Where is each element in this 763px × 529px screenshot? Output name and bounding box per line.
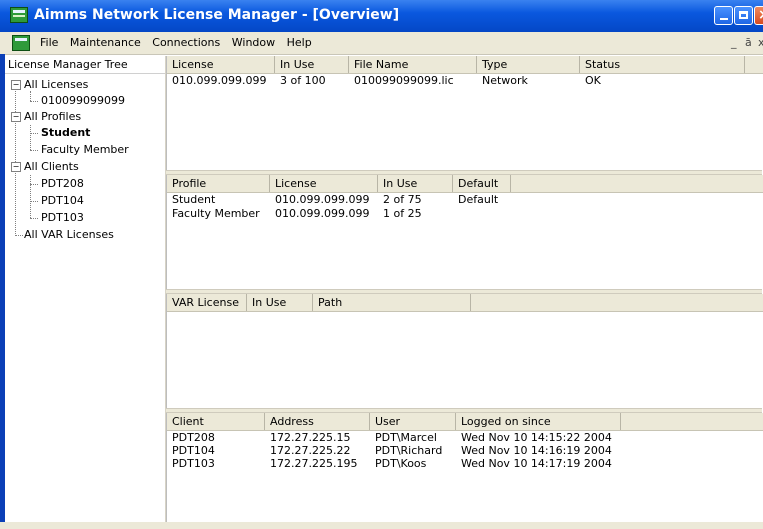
table-row[interactable]: PDT104 172.27.225.22 PDT\Richard Wed Nov… (167, 444, 763, 457)
column-header-in-use[interactable]: In Use (275, 56, 349, 73)
app-icon[interactable] (10, 7, 28, 23)
column-header-path[interactable]: Path (313, 294, 471, 311)
licenses-table-header: License In Use File Name Type Status (167, 56, 763, 74)
table-row[interactable]: 010.099.099.099 3 of 100 010099099099.li… (167, 74, 763, 88)
clients-table[interactable]: Client Address User Logged on since PDT2… (166, 413, 763, 522)
column-header-status[interactable]: Status (580, 56, 745, 73)
var-licenses-table-header: VAR License In Use Path (167, 294, 763, 312)
clients-table-header: Client Address User Logged on since (167, 413, 763, 431)
collapse-icon[interactable]: − (11, 162, 21, 172)
table-row[interactable]: Student 010.099.099.099 2 of 75 Default (167, 193, 763, 207)
column-header-file-name[interactable]: File Name (349, 56, 477, 73)
tree-item-all-clients[interactable]: − All Clients (5, 159, 165, 175)
menu-window[interactable]: Window (232, 36, 275, 49)
column-header-logged-on-since[interactable]: Logged on since (456, 413, 621, 430)
tree-connector (30, 101, 38, 103)
window-title: Aimms Network License Manager - [Overvie… (34, 7, 400, 23)
mdi-restore-button[interactable]: ā (745, 36, 752, 49)
profiles-table-header: Profile License In Use Default (167, 175, 763, 193)
tree-connector (30, 218, 38, 220)
minimize-icon (720, 18, 728, 20)
mdi-minimize-button[interactable]: _ (731, 36, 737, 49)
column-header-profile[interactable]: Profile (167, 175, 270, 192)
column-header-default[interactable]: Default (453, 175, 511, 192)
tree-item-all-profiles[interactable]: − All Profiles (5, 109, 165, 125)
collapse-icon[interactable]: − (11, 80, 21, 90)
license-manager-tree[interactable]: License Manager Tree − All Licenses 0100… (5, 56, 167, 522)
tree-item-all-licenses[interactable]: − All Licenses (5, 77, 165, 93)
column-header-user[interactable]: User (370, 413, 456, 430)
column-header-license[interactable]: License (270, 175, 378, 192)
tree-header: License Manager Tree (5, 56, 165, 74)
tree-item-client-pdt104[interactable]: PDT104 (5, 193, 165, 209)
column-header-var-license[interactable]: VAR License (167, 294, 247, 311)
table-row[interactable]: PDT208 172.27.225.15 PDT\Marcel Wed Nov … (167, 431, 763, 444)
licenses-table[interactable]: License In Use File Name Type Status 010… (166, 56, 763, 170)
tree-connector (15, 235, 23, 237)
tree-connector (30, 133, 38, 135)
maximize-icon (739, 11, 748, 19)
column-header-address[interactable]: Address (265, 413, 370, 430)
maximize-button[interactable] (734, 6, 753, 25)
mdi-close-button[interactable]: x (758, 36, 763, 49)
menu-file[interactable]: File (40, 36, 58, 49)
menu-bar: File Maintenance Connections Window Help… (0, 32, 763, 55)
collapse-icon[interactable]: − (11, 112, 21, 122)
menu-maintenance[interactable]: Maintenance (70, 36, 141, 49)
document-icon[interactable] (12, 35, 30, 51)
tree-connector (30, 201, 38, 203)
window-title-bar[interactable]: Aimms Network License Manager - [Overvie… (0, 0, 763, 32)
var-licenses-table[interactable]: VAR License In Use Path (166, 294, 763, 408)
table-row[interactable]: Faculty Member 010.099.099.099 1 of 25 (167, 207, 763, 221)
tree-item-client-pdt208[interactable]: PDT208 (5, 176, 165, 192)
window-bottom-border (0, 522, 763, 529)
table-row[interactable]: PDT103 172.27.225.195 PDT\Koos Wed Nov 1… (167, 457, 763, 470)
tree-connector (30, 150, 38, 152)
tree-connector (30, 184, 38, 186)
tree-item-all-var-licenses[interactable]: All VAR Licenses (5, 227, 165, 243)
column-header-license[interactable]: License (167, 56, 275, 73)
close-button[interactable]: × (754, 6, 763, 25)
column-header-in-use[interactable]: In Use (247, 294, 313, 311)
minimize-button[interactable] (714, 6, 733, 25)
close-icon: × (758, 7, 763, 24)
menu-help[interactable]: Help (287, 36, 312, 49)
tree-item-profile-faculty[interactable]: Faculty Member (5, 142, 165, 158)
profiles-table[interactable]: Profile License In Use Default Student 0… (166, 175, 763, 289)
column-header-in-use[interactable]: In Use (378, 175, 453, 192)
menu-connections[interactable]: Connections (152, 36, 220, 49)
tree-item-profile-student[interactable]: Student (5, 125, 165, 141)
tree-item-license[interactable]: 010099099099 (5, 93, 165, 109)
column-header-type[interactable]: Type (477, 56, 580, 73)
column-header-client[interactable]: Client (167, 413, 265, 430)
tree-item-client-pdt103[interactable]: PDT103 (5, 210, 165, 226)
